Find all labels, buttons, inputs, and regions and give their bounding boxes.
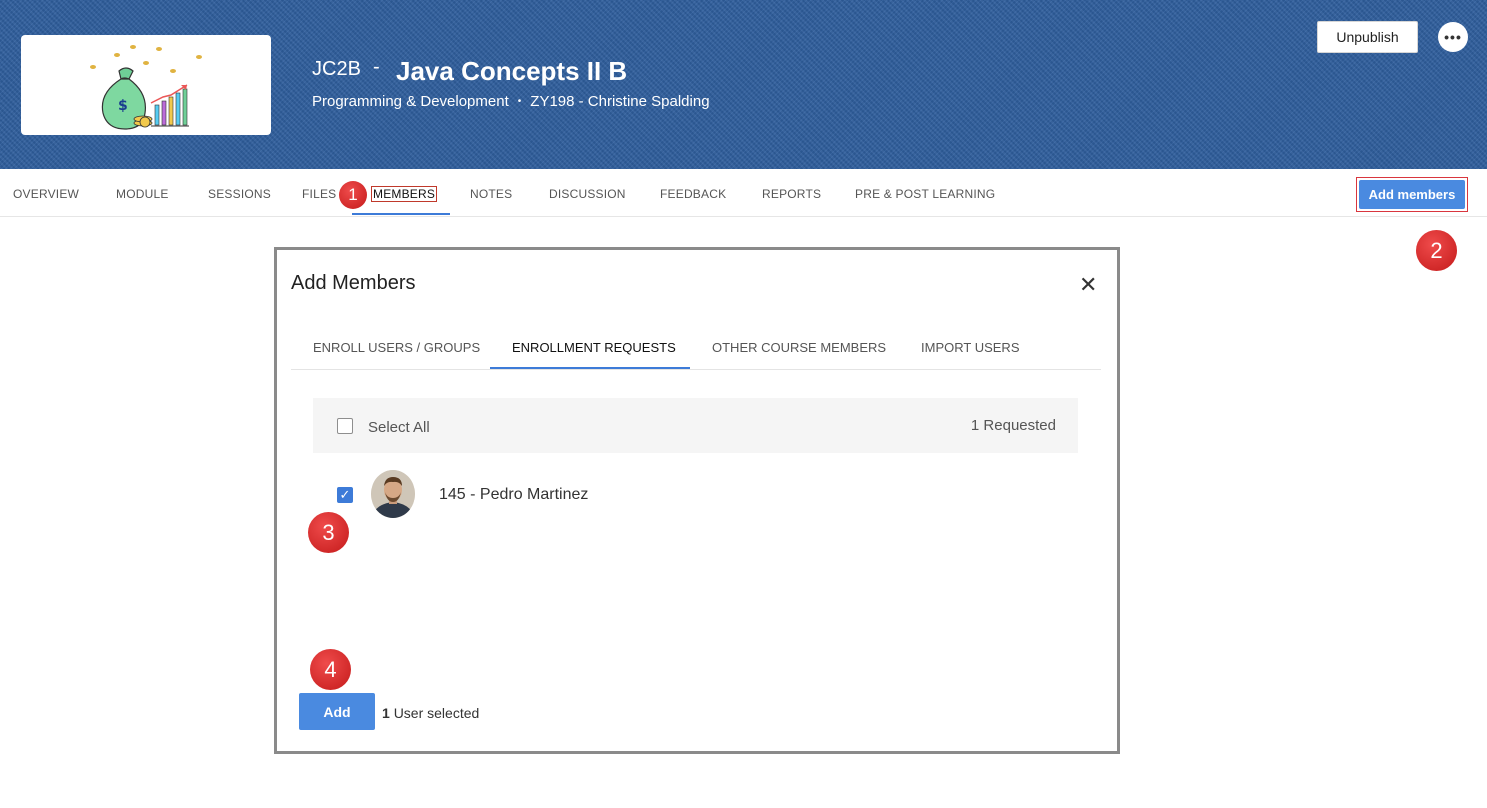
active-dialog-tab-indicator	[490, 367, 690, 369]
step-marker-1: 1	[339, 181, 367, 209]
add-members-button[interactable]: Add members	[1356, 177, 1468, 212]
course-thumbnail: $	[21, 35, 271, 135]
svg-text:$: $	[118, 98, 128, 114]
tab-feedback[interactable]: FEEDBACK	[660, 187, 726, 201]
more-options-icon[interactable]: •••	[1438, 22, 1468, 52]
tab-reports[interactable]: REPORTS	[762, 187, 821, 201]
add-members-dialog: Add Members ✕ ENROLL USERS / GROUPS ENRO…	[274, 247, 1120, 754]
course-banner: $ JC2B - Java Concepts II B Programming …	[0, 0, 1487, 169]
add-members-label: Add members	[1359, 180, 1465, 209]
dialog-tabs: ENROLL USERS / GROUPS ENROLLMENT REQUEST…	[291, 330, 1101, 370]
selected-count-text: 1 User selected	[382, 705, 479, 721]
course-subline: Programming & Development • ZY198 - Chri…	[312, 93, 710, 110]
member-checkbox[interactable]: ✓	[337, 487, 353, 503]
tab-module[interactable]: MODULE	[116, 187, 169, 201]
course-code: JC2B	[312, 58, 361, 80]
tab-overview[interactable]: OVERVIEW	[13, 187, 79, 201]
tab-members[interactable]: MEMBERS	[371, 186, 438, 202]
dialog-title: Add Members	[291, 272, 416, 294]
step-marker-2: 2	[1416, 230, 1457, 271]
title-separator: -	[373, 56, 380, 78]
select-all-bar: Select All 1 Requested	[313, 398, 1078, 453]
tab-enrollment-requests[interactable]: ENROLLMENT REQUESTS	[512, 340, 676, 355]
unpublish-button[interactable]: Unpublish	[1317, 21, 1418, 53]
tab-discussion[interactable]: DISCUSSION	[549, 187, 626, 201]
course-category: Programming & Development	[312, 93, 509, 110]
step-marker-4: 4	[310, 649, 351, 690]
selected-count: 1	[382, 705, 390, 721]
add-button[interactable]: Add	[299, 693, 375, 730]
bullet-separator: •	[517, 96, 522, 107]
tab-sessions[interactable]: SESSIONS	[208, 187, 271, 201]
tab-notes[interactable]: NOTES	[470, 187, 512, 201]
active-tab-indicator	[352, 213, 450, 215]
tab-other-course-members[interactable]: OTHER COURSE MEMBERS	[712, 340, 886, 355]
requested-count: 1 Requested	[970, 417, 1056, 434]
step-marker-3: 3	[308, 512, 349, 553]
tab-enroll-users-groups[interactable]: ENROLL USERS / GROUPS	[313, 340, 480, 355]
course-title: Java Concepts II B	[396, 56, 628, 86]
money-growth-illustration: $	[90, 45, 202, 130]
course-nav: OVERVIEW MODULE SESSIONS FILES MEMBERS N…	[0, 169, 1487, 217]
course-instructor: ZY198 - Christine Spalding	[530, 93, 710, 110]
tab-pre-post-learning[interactable]: PRE & POST LEARNING	[855, 187, 995, 201]
select-all-checkbox[interactable]	[337, 418, 353, 434]
user-avatar-image	[371, 470, 415, 518]
selected-suffix: User selected	[393, 705, 480, 721]
member-name: 145 - Pedro Martinez	[439, 486, 589, 503]
close-icon[interactable]: ✕	[1079, 272, 1097, 298]
avatar	[371, 470, 415, 518]
tab-files[interactable]: FILES	[302, 187, 336, 201]
tab-import-users[interactable]: IMPORT USERS	[921, 340, 1019, 355]
list-item: ✓ 145 - Pedro Martinez	[313, 466, 1078, 522]
select-all-label: Select All	[368, 419, 430, 436]
